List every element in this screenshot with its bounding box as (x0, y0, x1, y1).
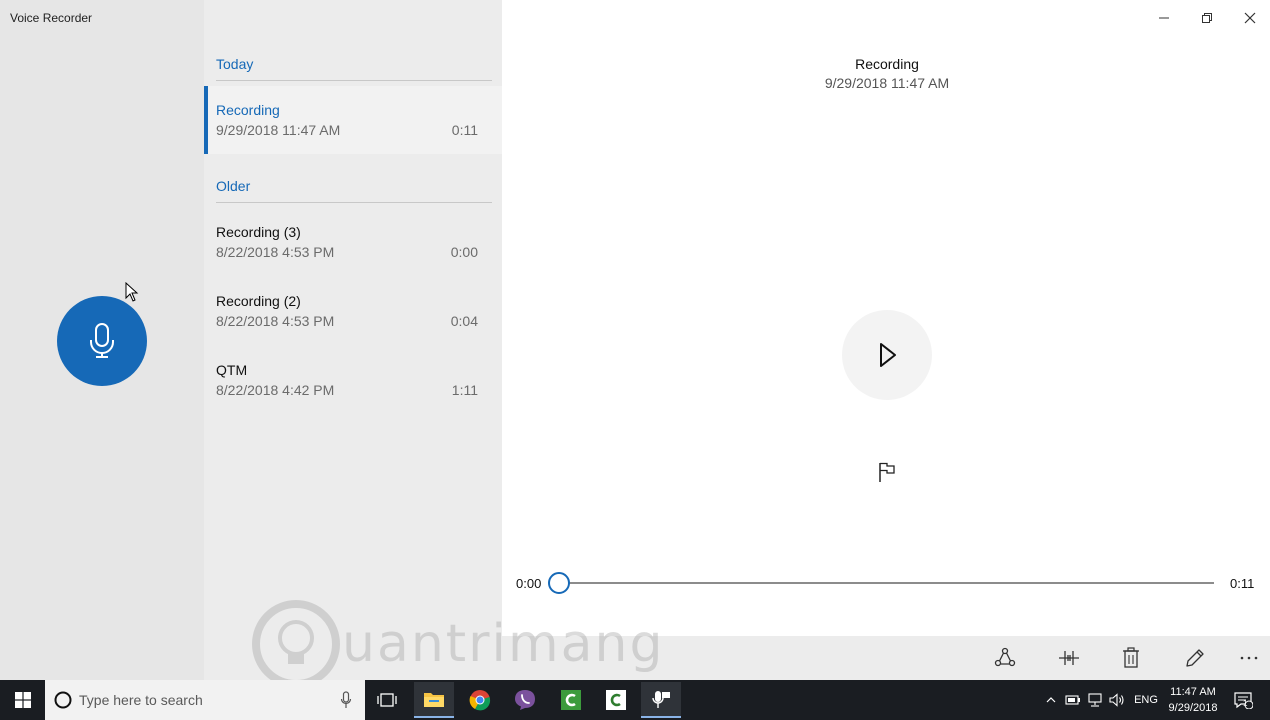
divider (216, 202, 492, 203)
recording-name: Recording (216, 102, 280, 118)
task-view-icon (377, 693, 397, 707)
share-button[interactable] (990, 644, 1020, 672)
task-view-button[interactable] (367, 682, 407, 718)
seek-thumb[interactable] (548, 572, 570, 594)
chrome-icon (469, 690, 491, 711)
trash-icon (1123, 647, 1139, 668)
camtasia-icon (561, 690, 581, 710)
total-time: 0:11 (1230, 576, 1255, 591)
delete-button[interactable] (1116, 644, 1146, 672)
command-bar (204, 636, 1270, 680)
minimize-button[interactable] (1149, 6, 1179, 30)
group-header-older: Older (216, 178, 251, 194)
taskbar-camtasia[interactable] (551, 682, 591, 718)
start-button[interactable] (0, 680, 45, 720)
taskbar-viber[interactable] (505, 682, 545, 718)
taskbar-search-box[interactable]: Type here to search (45, 680, 365, 720)
pencil-icon (1186, 649, 1204, 667)
selection-indicator (204, 86, 208, 154)
restore-button[interactable] (1192, 6, 1222, 30)
list-item[interactable]: Recording (3) 8/22/2018 4:53 PM 0:00 (204, 208, 502, 276)
list-item[interactable]: Recording (2) 8/22/2018 4:53 PM 0:04 (204, 277, 502, 345)
recordings-list: Today Recording 9/29/2018 11:47 AM 0:11 … (204, 0, 502, 680)
trim-icon (1059, 651, 1079, 665)
trim-button[interactable] (1054, 644, 1084, 672)
viber-icon (515, 690, 535, 710)
speaker-icon (1109, 693, 1124, 707)
taskbar-voice-recorder[interactable] (641, 682, 681, 718)
microphone-icon[interactable] (340, 691, 352, 709)
record-button[interactable] (57, 296, 147, 386)
show-hidden-icons-button[interactable] (1042, 680, 1060, 720)
player-date: 9/29/2018 11:47 AM (824, 75, 950, 91)
more-options-button[interactable] (1234, 644, 1264, 672)
search-placeholder: Type here to search (79, 692, 203, 708)
network-tray[interactable] (1085, 680, 1105, 720)
recording-date: 9/29/2018 11:47 AM (216, 122, 341, 138)
clock-time: 11:47 AM (1170, 686, 1216, 698)
taskbar-camtasia-recorder[interactable] (596, 682, 636, 718)
clock[interactable]: 11:47 AM 9/29/2018 (1162, 684, 1224, 716)
network-icon (1088, 693, 1102, 707)
list-item[interactable]: QTM 8/22/2018 4:42 PM 1:11 (204, 346, 502, 414)
recording-duration: 0:00 (450, 244, 478, 260)
volume-tray[interactable] (1107, 680, 1127, 720)
minimize-icon (1159, 17, 1169, 19)
list-item[interactable]: Recording 9/29/2018 11:47 AM 0:11 (204, 86, 502, 154)
add-marker-button[interactable] (877, 460, 897, 484)
flag-icon (879, 462, 895, 482)
player-title: Recording (855, 56, 919, 72)
microphone-icon (90, 323, 114, 358)
rename-button[interactable] (1180, 644, 1210, 672)
voice-recorder-icon (652, 691, 670, 708)
close-button[interactable] (1235, 6, 1265, 30)
action-center-button[interactable]: 1 (1230, 680, 1256, 720)
recording-duration: 1:11 (451, 382, 478, 398)
recording-name: Recording (3) (216, 224, 301, 240)
language-indicator[interactable]: ENG (1131, 680, 1161, 720)
close-icon (1244, 12, 1256, 24)
recording-date: 8/22/2018 4:53 PM (216, 244, 335, 260)
group-header-today: Today (216, 56, 254, 72)
left-pane: Voice Recorder (0, 0, 204, 680)
recording-date: 8/22/2018 4:42 PM (216, 382, 335, 398)
cortana-icon (54, 691, 72, 709)
restore-icon (1202, 13, 1212, 23)
current-time: 0:00 (516, 576, 542, 591)
divider (216, 80, 492, 81)
taskbar-file-explorer[interactable] (414, 682, 454, 718)
app-title: Voice Recorder (10, 11, 93, 25)
battery-icon (1065, 695, 1080, 705)
recording-name: Recording (2) (216, 293, 301, 309)
recording-duration: 0:11 (451, 122, 478, 138)
play-icon (880, 343, 896, 367)
play-button[interactable] (842, 310, 932, 400)
chevron-up-icon (1046, 697, 1056, 703)
recording-name: QTM (216, 362, 248, 378)
share-icon (994, 647, 1016, 667)
windows-icon (14, 692, 31, 708)
camtasia-recorder-icon (606, 690, 626, 710)
folder-icon (424, 693, 444, 707)
more-icon (1240, 656, 1258, 660)
seek-bar[interactable] (560, 582, 1214, 584)
notification-count: 1 (1243, 699, 1248, 708)
taskbar-chrome[interactable] (460, 682, 500, 718)
recording-duration: 0:04 (450, 313, 478, 329)
battery-tray[interactable] (1063, 680, 1083, 720)
mouse-cursor-icon (125, 282, 139, 302)
player-pane: Recording 9/29/2018 11:47 AM 0:00 0:11 (502, 0, 1270, 680)
taskbar: Type here to search ENG 11:47 AM 9/29/20… (0, 680, 1270, 720)
recording-date: 8/22/2018 4:53 PM (216, 313, 335, 329)
clock-date: 9/29/2018 (1168, 702, 1218, 714)
